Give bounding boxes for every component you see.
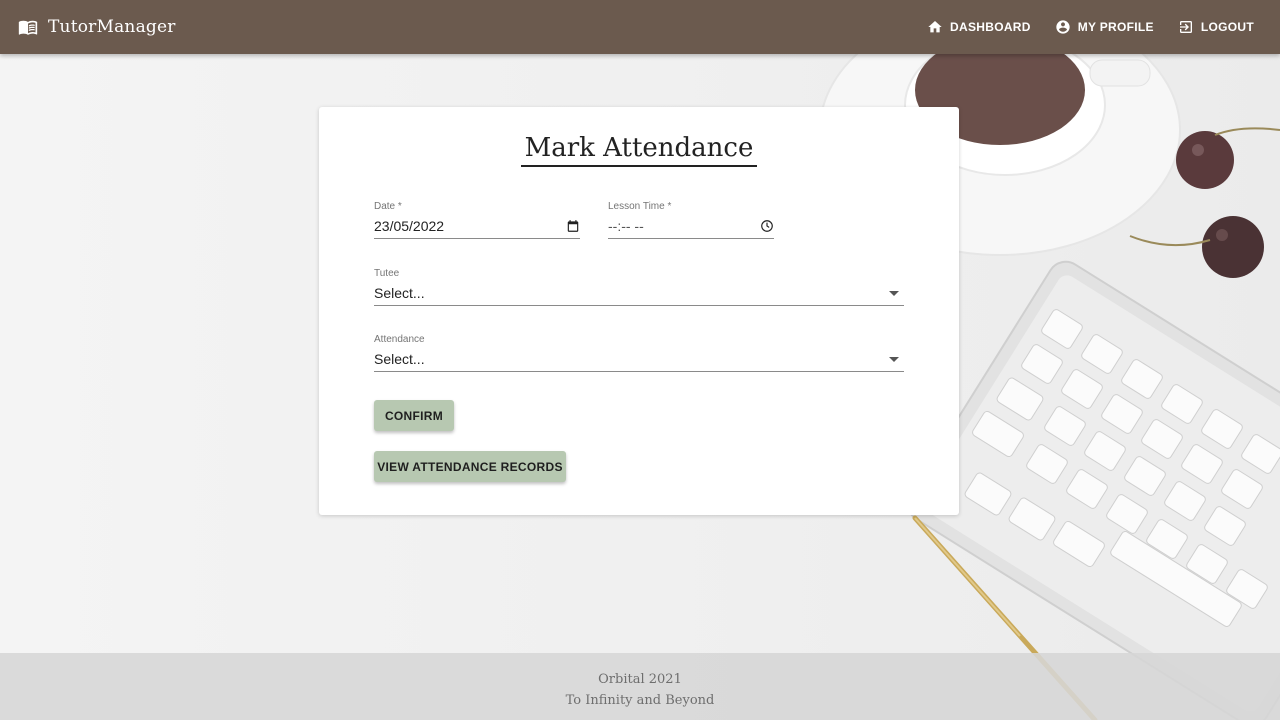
date-field[interactable]: Date * 23/05/2022 [374,201,580,239]
logout-label: LOGOUT [1200,20,1254,34]
logout-icon [1178,19,1194,35]
attendance-value: Select... [374,351,425,367]
lesson-time-field[interactable]: Lesson Time * --:-- -- [608,201,774,239]
top-nav: DASHBOARD MY PROFILE LOGOUT [909,13,1260,41]
tutee-label: Tutee [374,268,400,279]
date-input[interactable]: 23/05/2022 [374,218,580,239]
chevron-down-icon [889,290,899,296]
page-title: Mark Attendance [520,133,758,167]
attendance-select[interactable]: Select... [374,351,904,372]
footer: Orbital 2021 To Infinity and Beyond [0,653,1280,720]
footer-line-2: To Infinity and Beyond [565,693,715,708]
page-title-wrapper: Mark Attendance [319,133,959,167]
calendar-icon[interactable] [566,219,580,233]
my-profile-label: MY PROFILE [1077,20,1154,34]
tutee-select[interactable]: Select... [374,285,904,306]
brand[interactable]: TutorManager [18,17,176,37]
date-value: 23/05/2022 [374,218,445,234]
account-circle-icon [1055,19,1071,35]
my-profile-button[interactable]: MY PROFILE [1049,13,1160,41]
lesson-time-label: Lesson Time * [608,201,672,212]
dashboard-label: DASHBOARD [950,20,1031,34]
mark-attendance-card: Mark Attendance Date * 23/05/2022 Lesson… [319,107,959,515]
footer-line-1: Orbital 2021 [598,672,682,687]
view-attendance-records-button[interactable]: VIEW ATTENDANCE RECORDS [374,451,566,482]
chevron-down-icon [889,356,899,362]
home-icon [927,19,943,35]
confirm-button[interactable]: CONFIRM [374,400,454,431]
date-label: Date * [374,201,402,212]
lesson-time-value: --:-- -- [608,218,644,234]
dashboard-button[interactable]: DASHBOARD [921,13,1037,41]
lesson-time-input[interactable]: --:-- -- [608,218,774,239]
app-title: TutorManager [48,17,176,37]
logout-button[interactable]: LOGOUT [1172,13,1260,41]
clock-icon[interactable] [760,219,774,233]
app-bar: TutorManager DASHBOARD MY PROFILE LOGOUT [0,0,1280,54]
tutee-value: Select... [374,285,425,301]
attendance-label: Attendance [374,334,425,345]
attendance-field[interactable]: Attendance Select... [374,334,904,372]
book-open-icon [18,17,38,37]
tutee-field[interactable]: Tutee Select... [374,268,904,306]
